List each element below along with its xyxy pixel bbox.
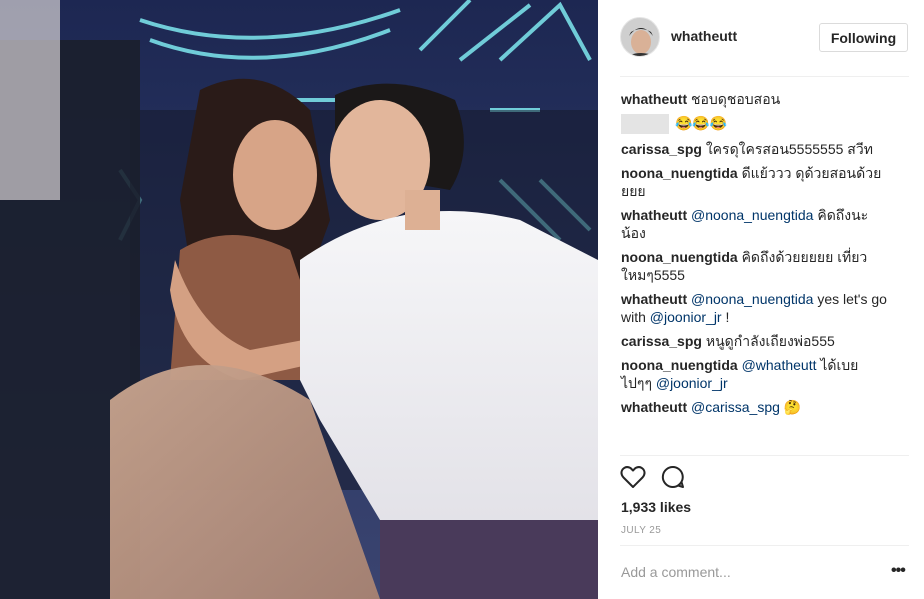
comment-item: carissa_spg หนูดูกำลังเถียงพ่อ555	[621, 332, 891, 350]
comment-item: whatheutt @noona_nuengtida คิดถึงนะน้อง	[621, 206, 891, 242]
comment-username[interactable]: carissa_spg	[621, 141, 702, 157]
divider	[620, 455, 909, 456]
comment-item: noona_nuengtida ดีแย้ววว ดุด้วยสอนด้วยยย…	[621, 164, 891, 200]
comment-text: 🤔	[783, 399, 802, 416]
caption: whatheutt ชอบดุชอบสอน	[621, 90, 891, 108]
comment-text: หนูดูกำลังเถียงพ่อ555	[705, 333, 835, 350]
comment-text: 😂😂😂	[675, 115, 728, 131]
add-comment-input[interactable]: Add a comment...	[621, 564, 731, 580]
comment-item: 😂😂😂	[621, 114, 891, 135]
comment-username[interactable]: noona_nuengtida	[621, 357, 738, 373]
likes-count[interactable]: 1,933 likes	[621, 499, 691, 515]
comment-mention[interactable]: @carissa_spg	[691, 399, 780, 415]
post-details-panel: whatheutt Following whatheutt ชอบดุชอบสอ…	[598, 0, 924, 599]
divider	[620, 545, 909, 546]
post-date[interactable]: JULY 25	[621, 525, 661, 536]
comment-mention[interactable]: @noona_nuengtida	[691, 291, 813, 307]
comment-username[interactable]: noona_nuengtida	[621, 249, 738, 265]
comment-mention[interactable]: @joonior_jr	[650, 309, 722, 325]
redacted-username	[621, 114, 669, 135]
post-username[interactable]: whatheutt	[671, 28, 737, 44]
comment-mention[interactable]: @noona_nuengtida	[691, 207, 813, 223]
comment-item: noona_nuengtida @whatheutt ได้เบย ไปๆๆ @…	[621, 356, 891, 392]
post-header: whatheutt Following	[620, 15, 910, 61]
heart-icon[interactable]	[620, 465, 646, 494]
comment-item: carissa_spg ใครดุใครสอน5555555 สวีท	[621, 140, 891, 158]
comment-username[interactable]: whatheutt	[621, 291, 687, 307]
comment-list: whatheutt ชอบดุชอบสอน 😂😂😂 carissa_spg ใค…	[621, 90, 891, 422]
comment-username[interactable]: noona_nuengtida	[621, 165, 738, 181]
comment-text: !	[725, 309, 730, 326]
divider	[620, 76, 909, 77]
comment-item: whatheutt @carissa_spg 🤔	[621, 398, 891, 416]
comment-username[interactable]: carissa_spg	[621, 333, 702, 349]
comment-item: whatheutt @noona_nuengtida yes let's go …	[621, 290, 891, 326]
comment-username[interactable]: whatheutt	[621, 91, 687, 107]
comment-text: ใครดุใครสอน5555555 สวีท	[705, 141, 873, 158]
comment-item: noona_nuengtida คิดถึงด้วยยยยย เที่ยว ให…	[621, 248, 891, 284]
comment-username[interactable]: whatheutt	[621, 207, 687, 223]
following-button[interactable]: Following	[819, 23, 908, 52]
comment-mention[interactable]: @joonior_jr	[656, 375, 728, 391]
comment-text: ชอบดุชอบสอน	[691, 91, 781, 107]
heart-icon-svg	[620, 466, 646, 488]
photo-illustration	[0, 0, 598, 599]
avatar-photo	[621, 18, 659, 56]
comment-username[interactable]: whatheutt	[621, 399, 687, 415]
comment-icon-svg	[661, 465, 684, 488]
more-options-icon[interactable]: •••	[891, 562, 906, 580]
comment-icon[interactable]	[661, 465, 685, 494]
post-photo[interactable]	[0, 0, 598, 599]
comment-mention[interactable]: @whatheutt	[742, 357, 817, 373]
instagram-post: whatheutt Following whatheutt ชอบดุชอบสอ…	[0, 0, 924, 599]
avatar[interactable]	[620, 17, 660, 57]
